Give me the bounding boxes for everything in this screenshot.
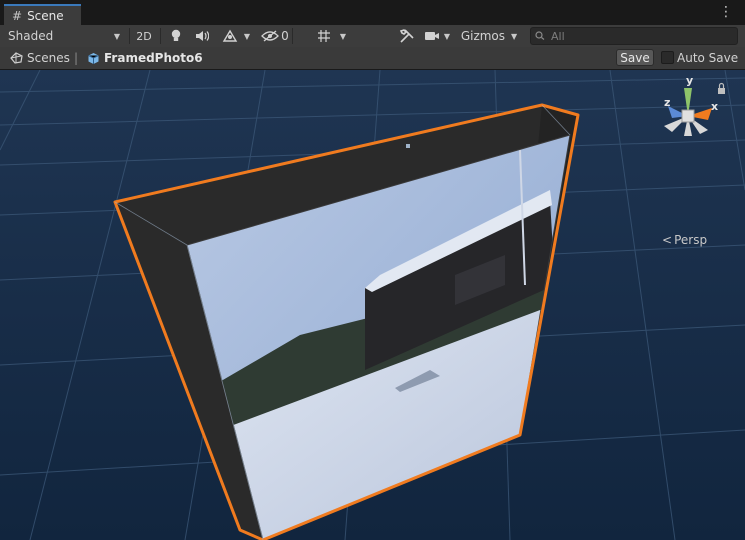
2d-toggle-label: 2D [136,29,152,43]
chevron-down-icon: ▼ [339,31,347,41]
grid-snap-icon [318,30,330,42]
autosave-label: Auto Save [677,51,739,65]
divider [292,28,293,44]
scene-toolbar: Shaded ▼ 2D ▼ 0 ▼ ▼ Gizmos ▼ All [0,25,745,48]
prefab-cube-icon [88,52,99,64]
search-input[interactable]: All [530,27,738,45]
tab-scene-label: Scene [27,8,64,23]
pivot-handle[interactable] [406,144,410,148]
lighting-toggle[interactable] [166,26,186,46]
perspective-icon: < [662,233,673,247]
lock-icon[interactable] [718,82,725,95]
scene-canvas[interactable] [0,70,745,540]
projection-toggle[interactable]: < Persp [662,233,707,247]
gizmo-x-label: x [711,100,718,113]
gizmo-z-label: z [664,96,670,109]
lightbulb-icon [171,29,181,41]
shading-mode-label: Shaded [8,29,54,43]
audio-toggle[interactable] [192,26,212,46]
chevron-down-icon: ▼ [113,31,120,41]
search-icon [535,31,545,40]
hidden-eye-icon [261,30,280,42]
save-button[interactable]: Save [616,49,654,66]
more-options-icon[interactable]: ⋮ [719,5,733,19]
chevron-down-icon: ▼ [511,31,518,41]
gizmos-label: Gizmos [460,29,506,43]
tools-toggle[interactable] [396,26,418,46]
divider [160,28,161,44]
shading-mode-dropdown[interactable]: Shaded ▼ [4,26,124,46]
projection-label: Persp [674,233,708,247]
search-placeholder: All [551,29,565,43]
breadcrumb: Scenes | FramedPhoto6 Save Auto Save [0,47,745,70]
breadcrumb-current-label: FramedPhoto6 [104,51,203,65]
2d-toggle[interactable]: 2D [132,26,156,46]
gizmo-center-cube[interactable] [681,109,695,123]
divider [129,28,130,44]
effects-icon [222,29,238,42]
breadcrumb-scenes-label: Scenes [27,51,70,65]
unity-scene-icon [10,52,23,64]
scene-viewport[interactable]: y x z < Persp [0,70,745,540]
chevron-down-icon: ▼ [443,31,451,41]
grid-snapping-toggle[interactable] [314,26,334,46]
tab-strip: # Scene ⋮ [0,0,745,26]
gizmo-y-label: y [686,74,693,87]
effects-dropdown[interactable]: ▼ [216,26,256,46]
camera-settings-dropdown[interactable]: ▼ [422,26,452,46]
chevron-down-icon: ▼ [243,31,251,41]
breadcrumb-scenes[interactable]: Scenes [10,49,70,67]
orientation-gizmo-cone-group [664,88,712,136]
tools-icon [399,29,414,43]
grid-icon: # [12,8,23,23]
gizmos-dropdown[interactable]: Gizmos ▼ [456,26,522,46]
scene-visibility-toggle[interactable]: 0 [260,26,290,46]
breadcrumb-current[interactable]: FramedPhoto6 [87,49,203,67]
speaker-icon [196,31,209,41]
breadcrumb-separator: | [74,51,79,65]
grid-options-dropdown[interactable]: ▼ [336,26,350,46]
hidden-count: 0 [281,29,289,43]
autosave-checkbox[interactable] [661,51,674,64]
camera-icon [424,32,439,40]
orientation-gizmo[interactable]: y x z [650,70,730,155]
tab-scene[interactable]: # Scene [4,4,81,25]
